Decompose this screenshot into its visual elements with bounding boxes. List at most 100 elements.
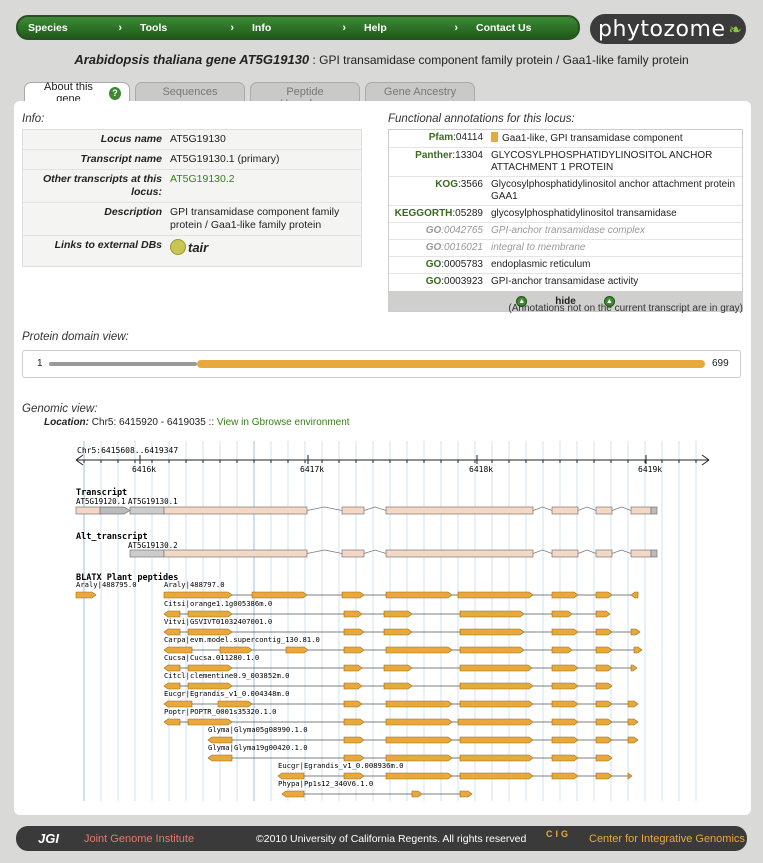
page-title: Arabidopsis thaliana gene AT5G19130 : GP… <box>74 52 689 67</box>
cig-name[interactable]: Center for Integrative Genomics <box>589 833 745 845</box>
alt-transcript-label: AT5G19130.2 <box>128 541 178 550</box>
hsp-segment <box>385 772 453 780</box>
hsp-segment <box>551 591 579 599</box>
hsp-segment <box>459 772 534 780</box>
nav-contact[interactable]: Contact Us <box>466 17 578 38</box>
peptide-alignment[interactable]: Citcl|clementine0.9_003852m.0 <box>163 671 613 690</box>
peptide-label: Vitvi|GSVIVT01032407001.0 <box>164 617 272 626</box>
hsp-segment <box>385 646 453 654</box>
hsp-segment <box>630 628 641 636</box>
peptide-alignment[interactable]: Araly|488797.0 <box>163 580 639 599</box>
peptide-label: Glyma|Glyma05g08990.1.0 <box>208 725 308 734</box>
annotation-db-link[interactable]: GO <box>426 276 442 287</box>
hsp-segment <box>551 610 573 618</box>
alt-transcript-model[interactable] <box>129 549 658 558</box>
peptide-alignment[interactable]: Phypa|Pp1s12_340V6.1.0 <box>278 779 473 798</box>
cig-logo[interactable]: CIG <box>546 829 571 839</box>
annotation-db-link[interactable]: GO <box>426 242 442 253</box>
leaf-icon: ❧ <box>728 19 743 39</box>
exon <box>650 506 658 515</box>
peptide-alignment[interactable]: Eucgr|Egrandis_v1_0.008936m.0 <box>277 761 633 780</box>
hsp-segment <box>207 754 233 762</box>
hsp-segment <box>595 591 613 599</box>
hsp-segment <box>551 772 579 780</box>
location-line: Location: Chr5: 6415920 - 6419035 :: Vie… <box>44 417 350 428</box>
jgi-name[interactable]: Joint Genome Institute <box>84 833 194 845</box>
annotation-db-link[interactable]: GO <box>426 225 442 236</box>
hsp-segment <box>595 682 613 690</box>
annotation-row: Panther:13304 GLYCOSYLPHOSPHATIDYLINOSITO… <box>389 148 742 177</box>
hsp-segment <box>343 664 363 672</box>
annotation-db-link[interactable]: KOG <box>435 179 458 190</box>
peptide-alignment[interactable]: Eucgr|Egrandis_v1_0.004348m.0 <box>163 689 639 708</box>
peptide-alignment[interactable]: Poptr|POPTR_0001s35320.1.0 <box>163 707 639 726</box>
tab-about[interactable]: About this gene? <box>24 81 130 105</box>
hsp-segment <box>595 772 613 780</box>
nav-species[interactable]: Species › <box>18 17 130 38</box>
hsp-segment <box>385 700 453 708</box>
exon <box>163 549 308 558</box>
chevron-right-icon: › <box>118 21 122 34</box>
hsp-segment <box>551 700 579 708</box>
annotation-db-link[interactable]: Panther <box>415 150 452 161</box>
hsp-segment <box>343 628 365 636</box>
info-row-description: Description GPI transamidase component fa… <box>23 203 361 236</box>
tab-gene-ancestry[interactable]: Gene Ancestry <box>365 82 475 101</box>
hsp-segment <box>459 646 525 654</box>
help-icon[interactable]: ? <box>108 86 121 100</box>
nav-info[interactable]: Info › <box>242 17 354 38</box>
gbrowse-link[interactable]: View in Gbrowse environment <box>217 417 350 428</box>
peptide-label: Cucsa|Cucsa.011280.1.0 <box>164 653 259 662</box>
peptide-alignment[interactable]: Glyma|Glyma05g08990.1.0 <box>207 725 639 744</box>
jgi-logo[interactable]: JGI <box>38 831 59 846</box>
hsp-segment <box>459 682 534 690</box>
hsp-segment <box>627 772 633 780</box>
annotation-db-link[interactable]: Pfam <box>429 132 453 143</box>
hsp-segment <box>383 682 413 690</box>
transcript-model[interactable] <box>75 506 658 515</box>
tab-peptide-homologs[interactable]: Peptide Homologs <box>250 82 360 110</box>
main-nav: Species › Tools › Info › Help › Contact Us <box>16 15 580 40</box>
peptide-alignments[interactable]: Araly|488795.0 Araly|488797.0 Citsi|orange… <box>75 580 643 798</box>
hsp-segment <box>383 610 413 618</box>
tab-sequences[interactable]: Sequences <box>135 82 245 101</box>
peptide-alignment[interactable]: Vitvi|GSVIVT01032407001.0 <box>163 617 641 636</box>
tair-link[interactable]: tair <box>170 239 355 255</box>
nav-help[interactable]: Help › <box>354 17 466 38</box>
hsp-segment <box>595 610 611 618</box>
hsp-segment <box>285 646 309 654</box>
hsp-segment <box>595 664 613 672</box>
peptide-alignment[interactable]: Glyma|Glyma19g00420.1.0 <box>207 743 613 762</box>
peptide-alignment[interactable]: Cucsa|Cucsa.011280.1.0 <box>163 653 638 672</box>
hsp-segment <box>595 754 613 762</box>
hsp-segment <box>459 664 533 672</box>
hsp-segment <box>343 610 363 618</box>
peptide-label: Glyma|Glyma19g00420.1.0 <box>208 743 308 752</box>
nav-tools[interactable]: Tools › <box>130 17 242 38</box>
protein-backbone <box>49 362 197 366</box>
genomic-heading: Genomic view: <box>22 403 98 415</box>
hsp-segment <box>163 718 181 726</box>
pfam-domain-bar[interactable] <box>197 360 705 368</box>
peptide-alignment[interactable]: Araly|488795.0 <box>75 580 137 599</box>
info-row-external-dbs: Links to external DBs tair <box>23 236 361 266</box>
intron <box>306 506 343 511</box>
other-transcript-link[interactable]: AT5G19130.2 <box>170 173 361 186</box>
annotation-row: KEGGORTH:05289 glycosylphosphatidylinosit… <box>389 206 742 223</box>
annotation-db-link[interactable]: KEGGORTH <box>395 208 453 219</box>
phytozome-logo[interactable]: phytozome ❧ <box>590 14 746 44</box>
intron <box>577 506 597 511</box>
intron <box>363 506 387 511</box>
hsp-segment <box>595 736 613 744</box>
annotation-row: GO:0042765 GPI-anchor transamidase comple… <box>389 223 742 240</box>
annotation-db-link[interactable]: GO <box>426 259 442 270</box>
hsp-segment <box>341 591 365 599</box>
peptide-alignment[interactable]: Carpa|evm.model.supercontig_130.81.0 <box>163 635 643 654</box>
exon <box>163 506 308 515</box>
hsp-segment <box>163 591 233 599</box>
transcript-label: AT5G19120.1 <box>76 497 126 506</box>
exon <box>341 549 365 558</box>
genome-browser[interactable]: Chr5:6415608..6419347 6416k 6417k 6418k … <box>72 433 732 803</box>
hsp-segment <box>595 628 613 636</box>
peptide-label: Araly|488795.0 <box>76 580 137 589</box>
